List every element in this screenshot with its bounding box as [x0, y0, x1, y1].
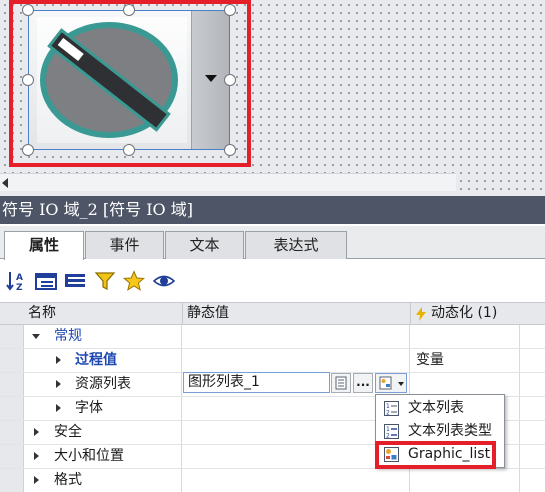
- expand-arrow-icon[interactable]: [34, 452, 39, 460]
- resource-list-input[interactable]: 图形列表_1: [183, 372, 330, 393]
- property-row-general[interactable]: 常规: [0, 325, 545, 349]
- sort-alpha-icon[interactable]: A Z: [6, 270, 28, 292]
- text-list-icon: 1 2: [384, 401, 399, 416]
- svg-text:Z: Z: [16, 283, 23, 292]
- tab-texts[interactable]: 文本: [165, 231, 244, 259]
- column-header-static-value[interactable]: 静态值: [187, 303, 229, 324]
- property-row-process-value[interactable]: 过程值 变量: [0, 349, 545, 373]
- svg-text:A: A: [16, 273, 23, 283]
- browse-button[interactable]: ...: [353, 373, 373, 393]
- lightning-icon: [416, 307, 426, 321]
- browse-button-label: ...: [356, 375, 370, 389]
- expand-arrow-icon[interactable]: [34, 476, 39, 484]
- svg-text:2: 2: [386, 433, 390, 440]
- inspector-tabs: 属性 事件 文本 表达式: [0, 226, 545, 260]
- expand-arrow-icon[interactable]: [56, 404, 61, 412]
- dropdown-label-text-list: 文本列表: [408, 400, 464, 416]
- screen-canvas: [0, 0, 545, 196]
- category-label-general: 常规: [54, 328, 82, 344]
- horizontal-scrollbar[interactable]: [0, 173, 456, 191]
- dynamic-value-tag: 变量: [416, 352, 444, 368]
- list-type-selector[interactable]: [375, 373, 407, 393]
- column-header-dynamic[interactable]: 动态化 (1): [431, 303, 497, 324]
- tab-properties[interactable]: 属性: [4, 231, 84, 260]
- property-label-resource-list: 资源列表: [75, 376, 131, 392]
- property-row-format[interactable]: 格式: [0, 469, 545, 492]
- highlight-frame-graphic-list: [375, 441, 496, 469]
- dropdown-item-text-list[interactable]: 1 2 文本列表: [376, 397, 504, 420]
- list-view-icon[interactable]: [64, 270, 86, 292]
- property-grid-header: 名称 静态值 动态化 (1): [0, 302, 545, 325]
- svg-text:2: 2: [386, 410, 390, 417]
- dropdown-item-text-list-type[interactable]: 1 2 文本列表类型: [376, 420, 504, 443]
- property-label-size-position: 大小和位置: [54, 448, 124, 464]
- category-view-icon[interactable]: [35, 270, 57, 292]
- highlight-frame-widget: [9, 0, 251, 167]
- dropdown-label-text-list-type: 文本列表类型: [408, 423, 492, 439]
- tab-events[interactable]: 事件: [85, 231, 164, 259]
- selector-arrow-icon: [398, 382, 404, 386]
- property-label-format: 格式: [54, 472, 82, 488]
- list-icon: [335, 376, 347, 390]
- scroll-left-icon[interactable]: [2, 178, 8, 188]
- expand-arrow-icon[interactable]: [34, 428, 39, 436]
- property-label-security: 安全: [54, 424, 82, 440]
- list-view-button[interactable]: [331, 373, 351, 393]
- tab-expressions[interactable]: 表达式: [245, 231, 347, 259]
- expand-arrow-icon[interactable]: [56, 356, 61, 364]
- inspector-title: 符号 IO 域_2 [符号 IO 域]: [0, 196, 545, 224]
- column-header-name[interactable]: 名称: [28, 303, 56, 324]
- graphic-list-type-icon: [379, 376, 392, 390]
- collapse-arrow-icon[interactable]: [32, 334, 40, 339]
- property-label-process-value: 过程值: [75, 352, 117, 368]
- favorites-star-icon[interactable]: [123, 270, 145, 292]
- text-list-type-icon: 1 2: [384, 424, 399, 439]
- preview-eye-icon[interactable]: [153, 270, 175, 292]
- expand-arrow-icon[interactable]: [56, 380, 61, 388]
- property-label-font: 字体: [75, 400, 103, 416]
- filter-icon[interactable]: [94, 270, 116, 292]
- properties-toolbar: A Z: [0, 262, 545, 300]
